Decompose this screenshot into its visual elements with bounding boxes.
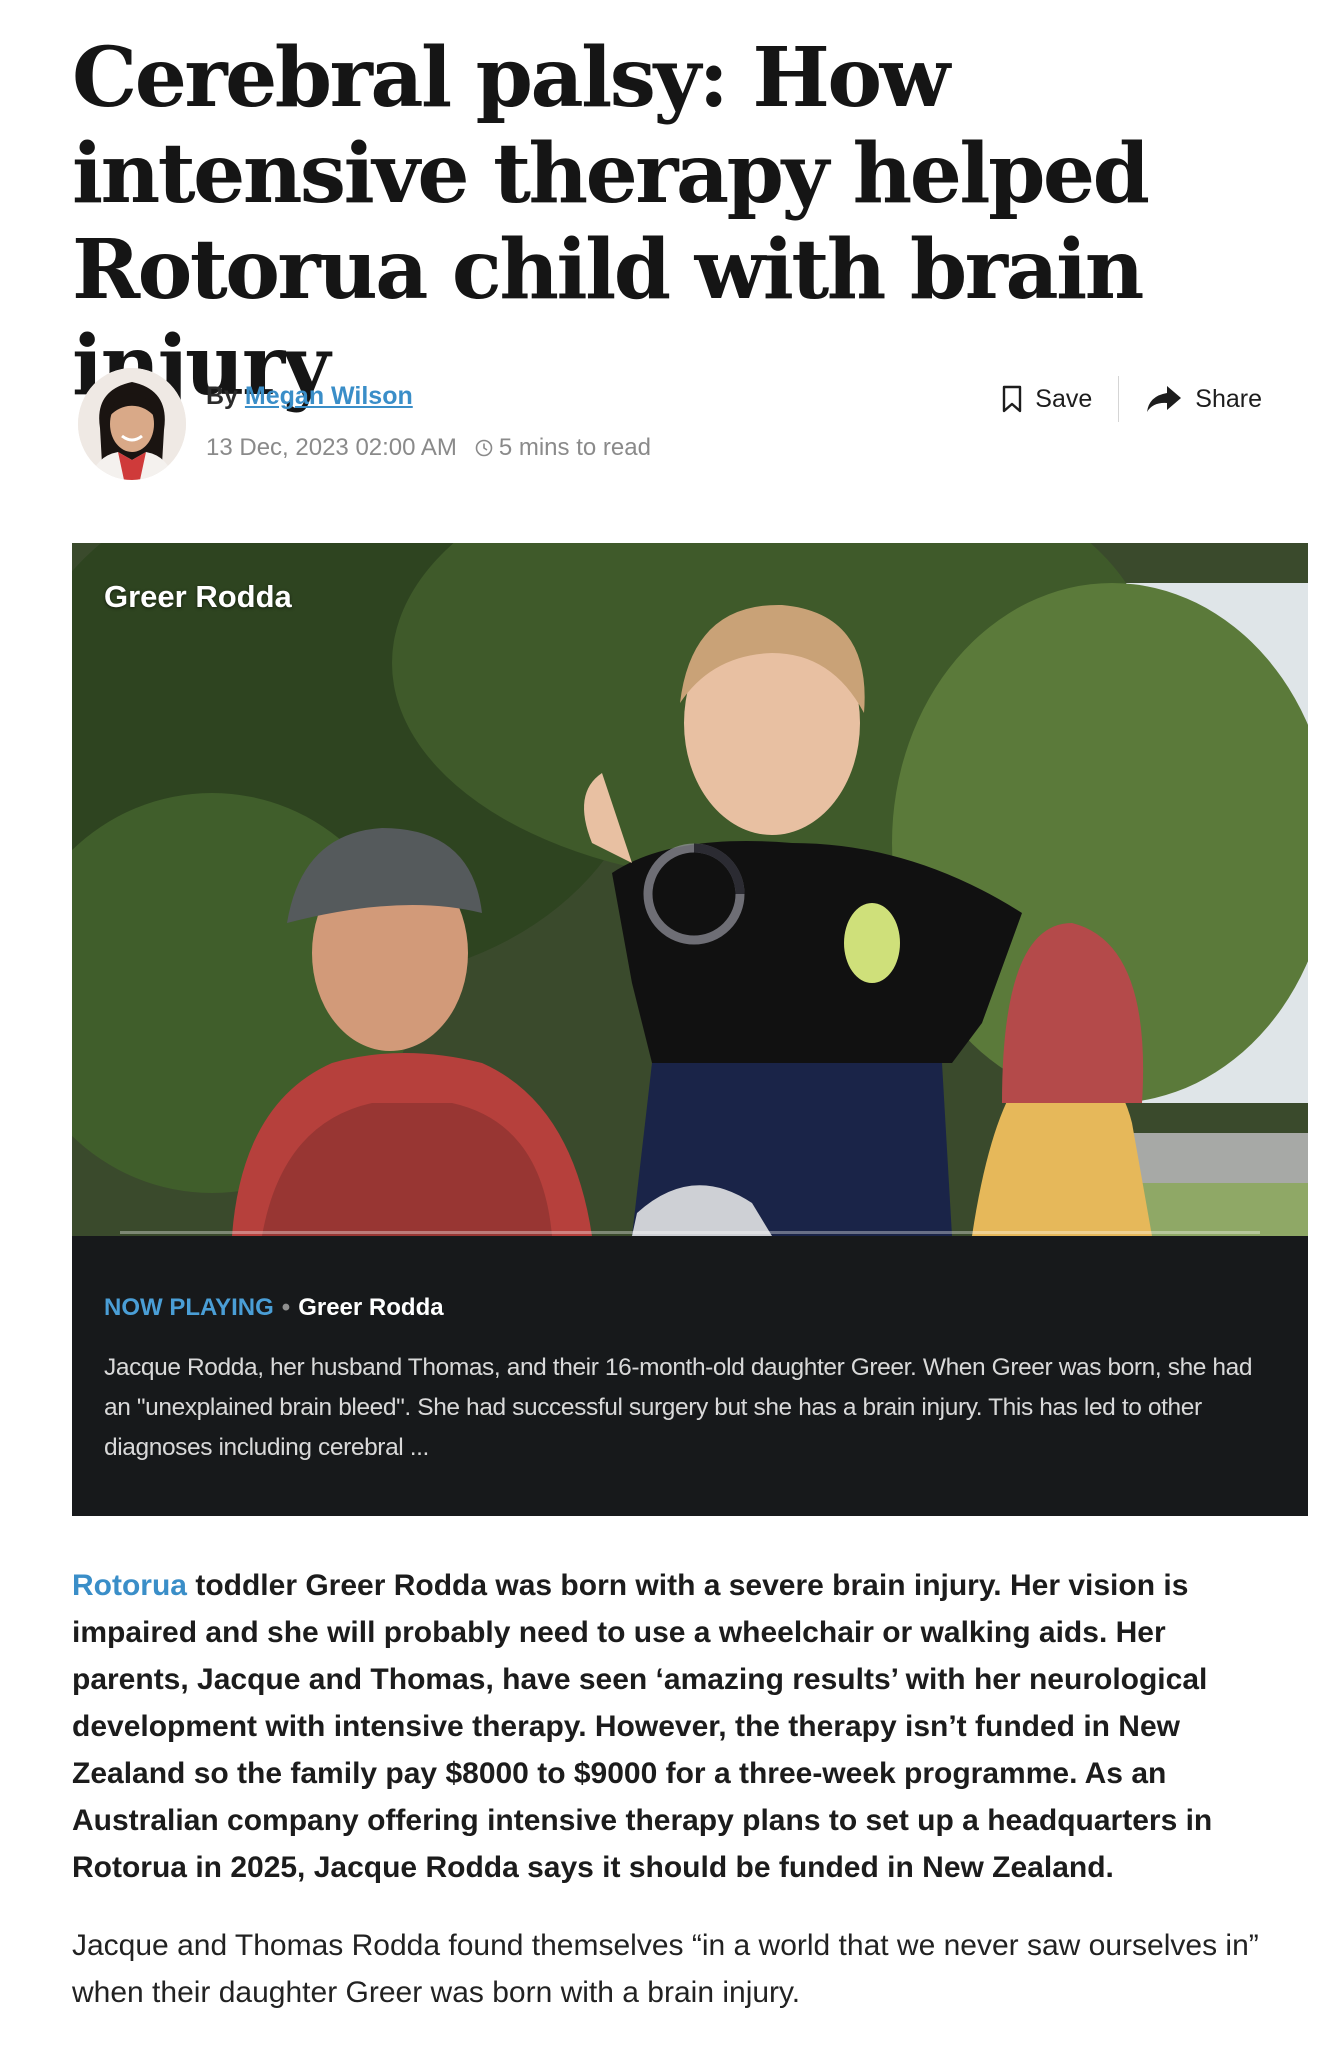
save-label: Save	[1035, 384, 1093, 413]
now-playing-label: NOW PLAYING	[104, 1294, 274, 1321]
article-paragraph: Jacque and Thomas Rodda found themselves…	[72, 1929, 1259, 2009]
byline: By Megan Wilson	[206, 382, 413, 411]
rotorua-link[interactable]: Rotorua	[72, 1569, 187, 1602]
share-label: Share	[1195, 384, 1262, 413]
save-button[interactable]: Save	[1001, 385, 1092, 414]
video-caption: Jacque Rodda, her husband Thomas, and th…	[104, 1354, 1253, 1461]
video-player[interactable]: Greer Rodda	[72, 543, 1308, 1236]
intro-text: toddler Greer Rodda was born with a seve…	[72, 1569, 1213, 1884]
video-progress-bar[interactable]	[120, 1231, 1260, 1234]
video-caption-panel: NOW PLAYING • Greer Rodda Jacque Rodda, he…	[72, 1236, 1308, 1516]
article-headline: Cerebral palsy: How intensive therapy he…	[72, 30, 1150, 414]
author-photo	[78, 368, 186, 480]
now-playing: NOW PLAYING • Greer Rodda	[104, 1294, 1276, 1322]
article-intro: Rotorua toddler Greer Rodda was born wit…	[72, 1562, 1272, 1891]
publish-date: 13 Dec, 2023 02:00 AM	[206, 434, 457, 461]
share-button[interactable]: Share	[1145, 384, 1262, 414]
actions-divider	[1118, 376, 1120, 422]
article-actions: Save Share	[1001, 376, 1262, 422]
clock-icon	[475, 439, 493, 457]
now-playing-separator: •	[281, 1294, 291, 1321]
loading-spinner-icon	[643, 843, 745, 945]
author-avatar[interactable]	[78, 368, 186, 480]
read-time: 5 mins to read	[475, 434, 651, 462]
share-arrow-icon	[1147, 386, 1182, 412]
author-link[interactable]: Megan Wilson	[245, 382, 413, 410]
article-meta: 13 Dec, 2023 02:00 AM 5 mins to read	[206, 434, 651, 462]
byline-prefix: By	[206, 382, 238, 410]
read-time-text: 5 mins to read	[498, 434, 651, 461]
bookmark-icon	[1003, 385, 1022, 413]
video-overlay-title: Greer Rodda	[104, 579, 292, 614]
now-playing-title: Greer Rodda	[298, 1294, 444, 1321]
